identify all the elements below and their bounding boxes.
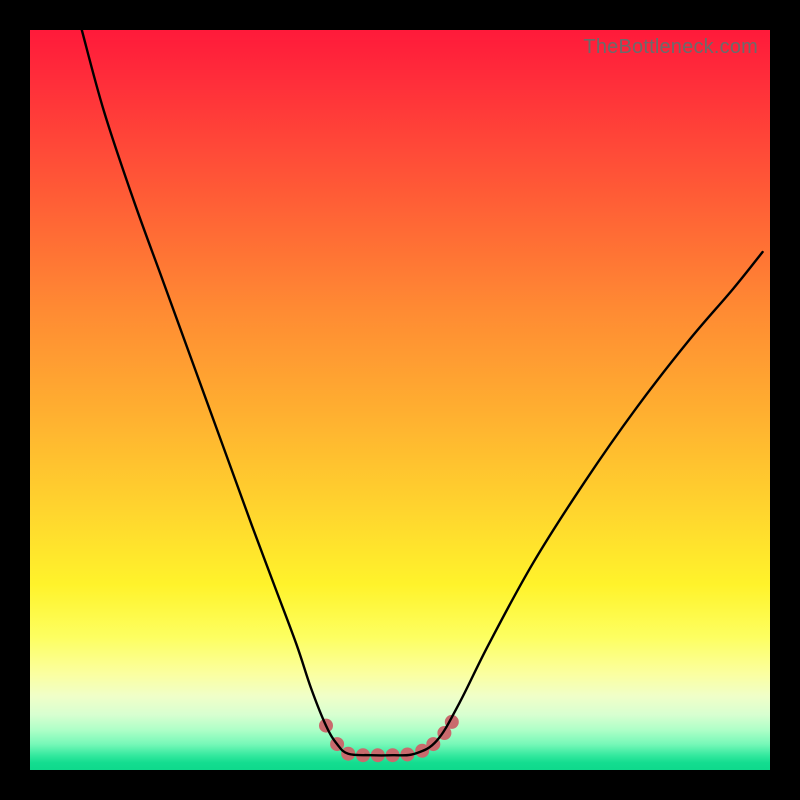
plot-area: TheBottleneck.com: [30, 30, 770, 770]
chart-frame: TheBottleneck.com: [0, 0, 800, 800]
curve-layer: [30, 30, 770, 770]
bottleneck-curve: [82, 30, 763, 755]
watermark-text: TheBottleneck.com: [583, 36, 758, 59]
